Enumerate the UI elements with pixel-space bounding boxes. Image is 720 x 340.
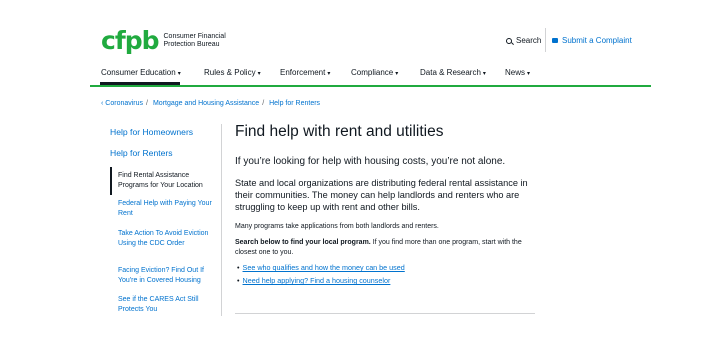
sidebar-item-homeowners[interactable]: Help for Homeowners: [110, 127, 193, 137]
intro-paragraph: State and local organizations are distri…: [235, 178, 528, 212]
chat-icon: [552, 38, 558, 43]
sidebar-subitem-federal-help[interactable]: Federal Help with Paying Your Rent: [118, 199, 218, 219]
sidebar-subitem-facing-eviction[interactable]: Facing Eviction? Find Out If You're in C…: [118, 266, 218, 286]
search-label: Search: [516, 36, 542, 45]
sidebar-divider: [221, 124, 222, 316]
nav-label: Consumer Education: [101, 68, 176, 77]
chevron-down-icon: ▾: [482, 71, 486, 77]
bullet-icon: •: [237, 276, 240, 285]
chevron-down-icon: ▾: [177, 71, 181, 77]
nav-label: News: [505, 68, 526, 77]
breadcrumb-item[interactable]: Coronavirus: [105, 100, 143, 107]
sidebar-item-renters[interactable]: Help for Renters: [110, 148, 173, 158]
link-who-qualifies[interactable]: • See who qualifies and how the money can…: [237, 263, 405, 272]
nav-news[interactable]: News ▾: [505, 62, 530, 86]
bullet-icon: •: [237, 263, 240, 272]
search-icon: [506, 37, 512, 44]
header-divider: [545, 28, 546, 52]
logo-mark: cfpb: [101, 26, 159, 55]
nav-label: Enforcement: [280, 68, 326, 77]
chevron-down-icon: ▾: [327, 71, 331, 77]
breadcrumb: ‹ Coronavirus / Mortgage and Housing Assi…: [101, 100, 320, 107]
search-instruction: Search below to find your local program.…: [235, 238, 545, 258]
applications-note: Many programs take applications from bot…: [235, 223, 439, 230]
lead-text: If you’re looking for help with housing …: [235, 156, 506, 167]
search-instruction-bold: Search below to find your local program.: [235, 239, 371, 246]
nav-label: Rules & Policy: [204, 68, 256, 77]
content-divider: [235, 313, 535, 314]
sidebar-subitem-find-rental-assistance[interactable]: Find Rental Assistance Programs for Your…: [118, 171, 218, 191]
sidebar-subitem-cdc-order[interactable]: Take Action To Avoid Eviction Using the …: [118, 229, 218, 249]
nav-green-rule: [90, 85, 651, 87]
cfpb-logo[interactable]: cfpb Consumer Financial Protection Burea…: [101, 26, 244, 55]
nav-data-research[interactable]: Data & Research ▾: [420, 62, 486, 86]
chevron-down-icon: ▾: [395, 71, 399, 77]
submit-complaint-label: Submit a Complaint: [562, 36, 632, 45]
nav-label: Compliance: [351, 68, 394, 77]
chevron-down-icon: ▾: [527, 71, 531, 77]
breadcrumb-item[interactable]: Help for Renters: [269, 100, 320, 107]
link-label: See who qualifies and how the money can …: [242, 263, 405, 272]
chevron-down-icon: ▾: [257, 71, 261, 77]
nav-compliance[interactable]: Compliance ▾: [351, 62, 398, 86]
logo-text-line1: Consumer Financial: [163, 33, 226, 40]
logo-text: Consumer Financial Protection Bureau: [164, 33, 244, 49]
nav-label: Data & Research: [420, 68, 481, 77]
breadcrumb-item[interactable]: Mortgage and Housing Assistance: [153, 100, 259, 107]
link-find-housing-counselor[interactable]: • Need help applying? Find a housing coun…: [237, 276, 390, 285]
search-button[interactable]: Search: [506, 36, 541, 45]
breadcrumb-separator: /: [262, 100, 265, 107]
nav-rules-policy[interactable]: Rules & Policy ▾: [204, 62, 261, 86]
submit-complaint-link[interactable]: Submit a Complaint: [552, 36, 632, 45]
nav-enforcement[interactable]: Enforcement ▾: [280, 62, 330, 86]
breadcrumb-separator: /: [146, 100, 148, 107]
link-label: Need help applying? Find a housing couns…: [242, 276, 391, 285]
page-title: Find help with rent and utilities: [235, 123, 444, 140]
chevron-left-icon: ‹: [101, 100, 104, 107]
sidebar-current-indicator: [110, 167, 112, 195]
logo-text-line2: Protection Bureau: [163, 41, 220, 48]
sidebar-subitem-cares-act[interactable]: See if the CARES Act Still Protects You: [118, 295, 218, 315]
